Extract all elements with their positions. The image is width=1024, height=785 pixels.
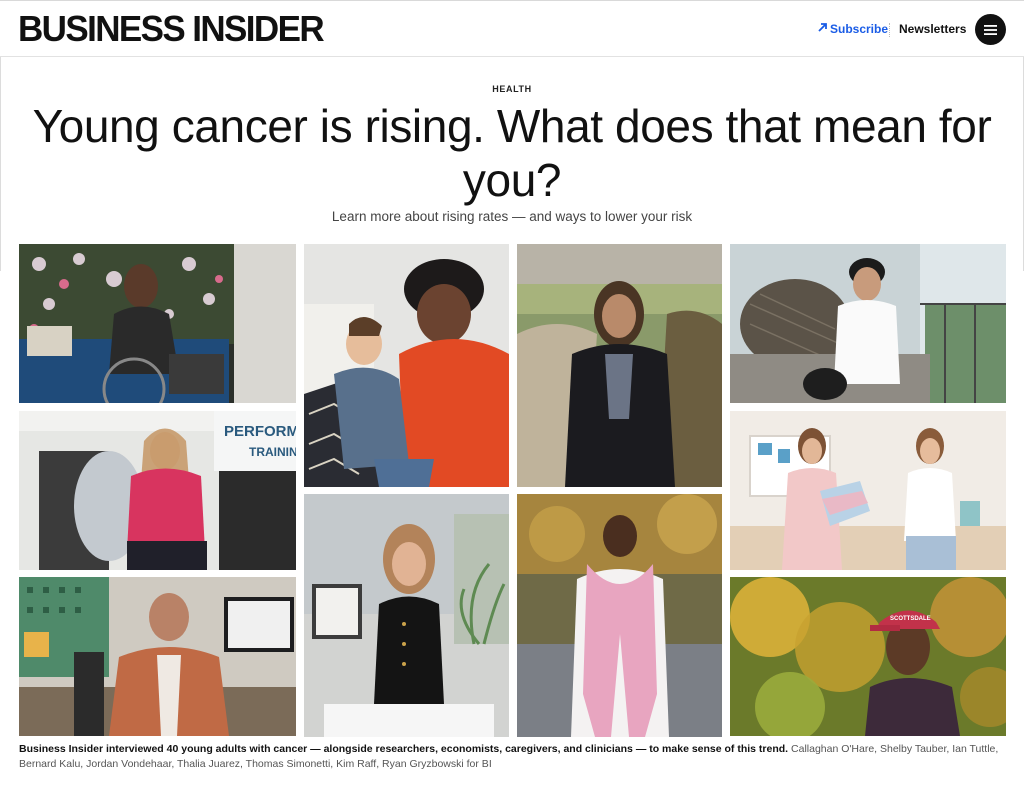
hamburger-menu-icon [984, 24, 997, 35]
photo-woman-gym: PERFORMANCE TRAINING [19, 411, 296, 570]
gym-banner-text: PERFORMANCE [224, 423, 296, 440]
photo-two-women-blankets [730, 411, 1006, 570]
gym-banner-text-2: TRAINING [249, 445, 296, 459]
caption-text: Business Insider interviewed 40 young ad… [19, 743, 789, 755]
section-label[interactable]: HEALTH [0, 84, 1024, 94]
site-header: BUSINESS INSIDER Subscribe Newsletters [0, 0, 1024, 57]
newsletters-link[interactable]: Newsletters [899, 22, 966, 36]
article-dek: Learn more about rising rates — and ways… [331, 209, 693, 224]
arrow-up-right-icon [818, 23, 827, 35]
photo-woman-pink-scarf [517, 494, 722, 737]
site-logo[interactable]: BUSINESS INSIDER [18, 10, 325, 51]
photo-woman-wheelchair [19, 244, 296, 403]
hat-text: SCOTTSDALE [890, 616, 931, 622]
photo-woman-standing-desk [304, 494, 509, 737]
subscribe-link[interactable]: Subscribe [818, 22, 888, 36]
photo-man-red-cap: SCOTTSDALE [730, 577, 1006, 736]
photo-woman-office [19, 577, 296, 736]
photo-caption: Business Insider interviewed 40 young ad… [19, 742, 1009, 772]
photo-woman-balcony [730, 244, 1006, 403]
photo-mother-and-child [304, 244, 509, 487]
menu-button[interactable] [975, 14, 1006, 45]
subscribe-label: Subscribe [830, 22, 889, 36]
photo-woman-blazer [517, 244, 722, 487]
header-divider [889, 23, 890, 37]
article-headline: Young cancer is rising. What does that m… [32, 100, 992, 206]
